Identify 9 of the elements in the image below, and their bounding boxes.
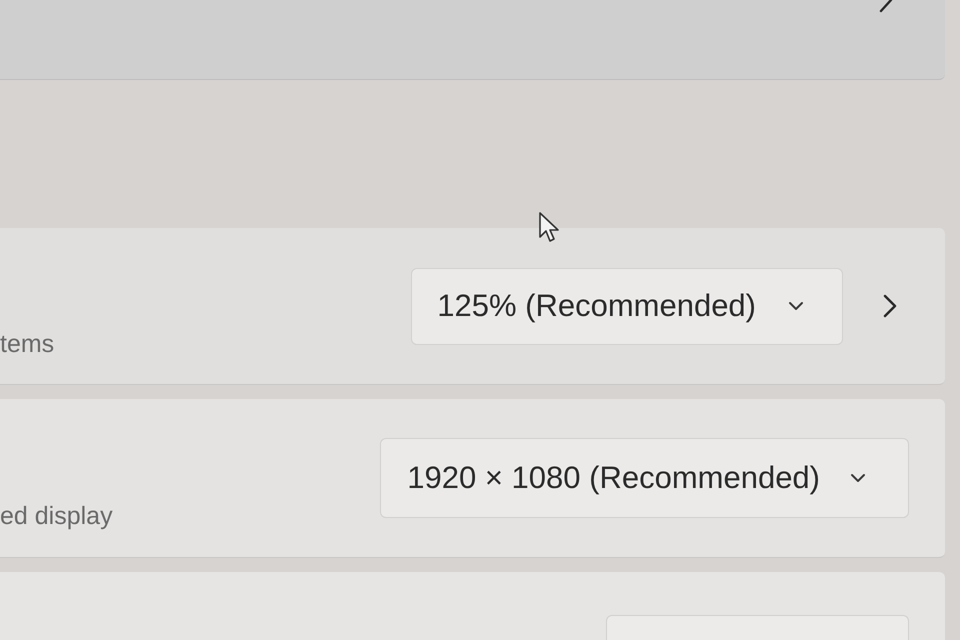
dropdown[interactable]: 1920 × 1080 (Recommended) [380,438,909,518]
settings-card[interactable] [0,0,945,80]
chevron-down-icon [788,301,804,311]
chevron-down-icon [850,473,866,483]
setting-description: ed display [0,504,113,528]
chevron-right-icon [879,0,893,13]
dropdown[interactable]: 125% (Recommended) [411,268,843,344]
dropdown[interactable] [606,615,909,640]
setting-description: tems [0,332,54,356]
